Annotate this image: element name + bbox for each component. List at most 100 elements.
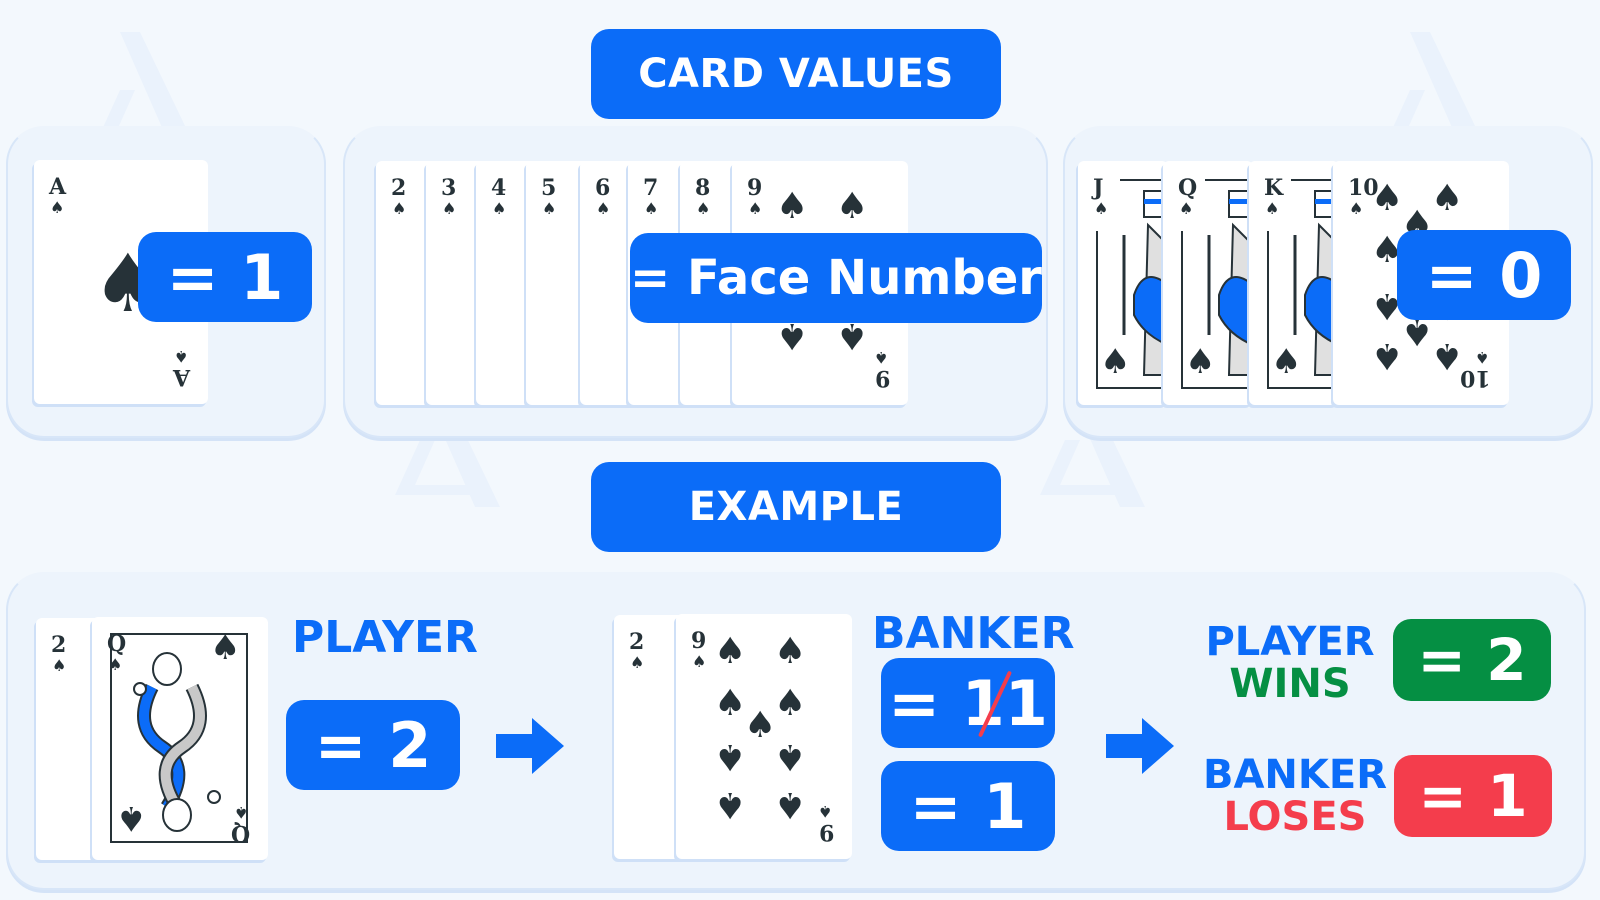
spade-icon: ♠ [492, 199, 507, 218]
card-rank: Q [1178, 175, 1198, 201]
spade-icon: ♠ [836, 186, 869, 227]
spade-icon: ♠ [210, 628, 241, 668]
banker-raw-total-text: = 11 [888, 667, 1048, 740]
card-rank: 2 [391, 175, 407, 201]
card-rank: 9 [747, 175, 763, 201]
player-result-label: PLAYER WINS [1200, 622, 1380, 704]
spade-icon: ♠ [774, 631, 807, 672]
card-rank: 9 [691, 628, 707, 654]
spade-icon: ♠ [50, 198, 65, 217]
banker-card-9-spades: 9 ♠ ♠ 9 ♠ ♠ ♠ ♠ ♠ ♠ ♠ ♠ ♠ [676, 614, 852, 859]
number-value-badge: = Face Number [630, 233, 1042, 323]
court-frame-top [1291, 179, 1339, 181]
banker-loses-badge: = 1 [1394, 755, 1552, 837]
player-total-badge: = 2 [286, 700, 460, 790]
spade-icon: ♠ [52, 656, 67, 675]
banker-loses-text: LOSES [1223, 794, 1367, 840]
ace-value-text: = 1 [166, 240, 284, 314]
arrow-right-icon [1106, 718, 1174, 774]
spade-icon: ♠ [873, 348, 888, 367]
card-rank: 2 [51, 632, 67, 658]
spade-icon: ♠ [1349, 199, 1364, 218]
spade-icon: ♠ [748, 199, 763, 218]
card-rank: Q [230, 820, 250, 846]
spade-icon: ♠ [1431, 335, 1464, 376]
spade-icon: ♠ [1094, 199, 1109, 218]
face-card: K ♠ ♠ [1249, 161, 1339, 405]
card-rank: 7 [643, 175, 659, 201]
spade-icon: ♠ [817, 802, 832, 821]
player-label: PLAYER [292, 612, 478, 663]
banker-result-line1: BANKER [1202, 752, 1388, 798]
spade-icon: ♠ [1179, 199, 1194, 218]
player-wins-text: WINS [1229, 661, 1351, 707]
spade-icon: ♠ [1371, 335, 1404, 376]
spade-icon: ♠ [173, 347, 188, 366]
player-result-line1: PLAYER [1205, 619, 1375, 665]
card-rank: 9 [874, 365, 890, 391]
player-wins-value: = 2 [1417, 626, 1527, 694]
spade-icon: ♠ [596, 199, 611, 218]
court-frame-top [1120, 179, 1168, 181]
spade-icon: ♠ [1100, 342, 1131, 382]
spade-icon: ♠ [1474, 348, 1489, 367]
spade-icon: ♠ [392, 199, 407, 218]
player-total-text: = 2 [314, 708, 432, 782]
banker-loses-value: = 1 [1418, 762, 1528, 830]
spade-icon: ♠ [774, 784, 807, 825]
example-title-text: EXAMPLE [688, 484, 904, 530]
number-value-text: = Face Number [630, 250, 1042, 306]
card-rank: 10 [1460, 365, 1491, 391]
example-title: EXAMPLE [591, 462, 1001, 552]
spade-icon: ♠ [116, 798, 147, 838]
spade-icon: ♠ [774, 736, 807, 777]
spade-icon: ♠ [542, 199, 557, 218]
spade-icon: ♠ [714, 736, 747, 777]
card-rank: 2 [629, 629, 645, 655]
spade-icon: ♠ [744, 705, 777, 746]
banker-raw-total-prefix: = 1 [888, 666, 1005, 740]
spade-icon: ♠ [442, 199, 457, 218]
banker-struck-digit: 1 [1004, 666, 1048, 740]
spade-icon: ♠ [714, 784, 747, 825]
card-rank: A [172, 364, 190, 390]
player-card-queen-spades: Q ♠ ♠ ♠ ♠ Q [92, 617, 268, 860]
court-frame-top [1205, 179, 1253, 181]
card-rank: 3 [441, 175, 457, 201]
face-card: Q ♠ ♠ [1163, 161, 1253, 405]
card-rank: 6 [595, 175, 611, 201]
card-rank: A [49, 174, 67, 200]
spade-icon: ♠ [644, 199, 659, 218]
face-card: J ♠ ♠ [1078, 161, 1168, 405]
spade-icon: ♠ [1371, 178, 1404, 219]
card-rank: 9 [818, 819, 834, 845]
face-value-badge: = 0 [1397, 230, 1571, 320]
spade-icon: ♠ [233, 803, 248, 822]
spade-icon: ♠ [692, 652, 707, 671]
spade-icon: ♠ [776, 186, 809, 227]
banker-final-total-badge: = 1 [881, 761, 1055, 851]
card-values-title: CARD VALUES [591, 29, 1001, 119]
card-rank: 5 [541, 175, 557, 201]
spade-icon: ♠ [630, 653, 645, 672]
card-rank: 8 [695, 175, 711, 201]
card-rank: K [1264, 175, 1284, 201]
banker-final-total-text: = 1 [909, 769, 1027, 843]
spade-icon: ♠ [714, 683, 747, 724]
arrow-right-icon [496, 718, 564, 774]
spade-icon: ♠ [1271, 342, 1302, 382]
spade-icon: ♠ [1265, 199, 1280, 218]
spade-icon: ♠ [714, 631, 747, 672]
card-values-title-text: CARD VALUES [638, 51, 954, 97]
card-rank: J [1093, 175, 1104, 201]
banker-raw-total-badge: = 11 [881, 658, 1055, 748]
banker-label: BANKER [872, 608, 1075, 659]
player-wins-badge: = 2 [1393, 619, 1551, 701]
ace-value-badge: = 1 [138, 232, 312, 322]
banker-result-label: BANKER LOSES [1200, 755, 1390, 837]
spade-icon: ♠ [1185, 342, 1216, 382]
spade-icon: ♠ [1431, 178, 1464, 219]
card-rank: 4 [491, 175, 507, 201]
spade-icon: ♠ [696, 199, 711, 218]
spade-icon: ♠ [774, 683, 807, 724]
